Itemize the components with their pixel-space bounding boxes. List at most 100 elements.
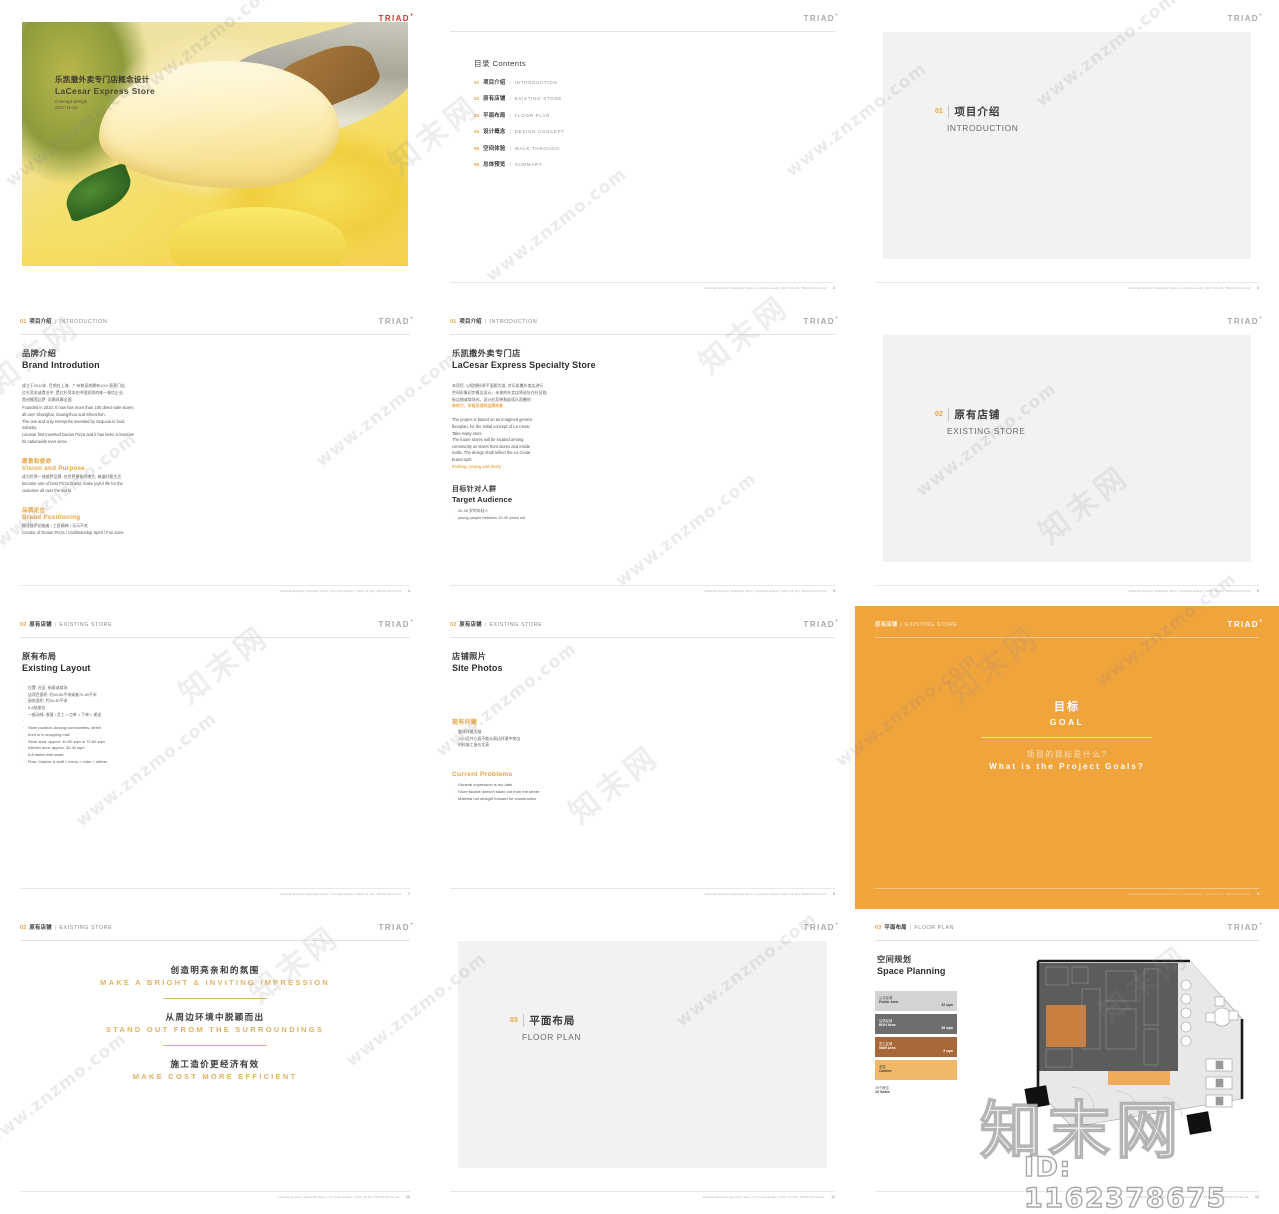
trademark-icon: ▼ [834,921,840,926]
statement-item: 创造明亮亲和的氛围 MAKE A BRIGHT & INVITING IMPRE… [0,964,430,987]
brand-body-en-line: industry. [22,425,38,431]
slide-goal: 原有店铺 | EXISTING STORE TRIAD ▼ 目标 GOAL 项目的… [855,606,1279,909]
toc-separator: | [509,112,511,119]
layout-list-cn: 位置: 社区, 街角或商场 店项目面积: 约40-50平米或者70-80平米 厨… [22,685,162,725]
trademark-icon: ▼ [1258,921,1264,926]
toc-item-summary[interactable]: 06 总体预览 | SUMMARY [474,160,565,168]
page-number: 11 [831,1195,835,1199]
list-item: 店项目面积: 约40-50平米或者70-80平米 [22,691,162,699]
express-body-en: The project is based on an imagined gene… [452,417,602,470]
header-separator: | [54,319,57,325]
list-item: 一般动线: 收银 / 员工 > 点单 > 下单 > 递送 [22,711,162,719]
positioning-body-cn: 榴莲披萨创造者 / 工匠精神 / 无乐不欢 [22,523,88,529]
header-number: 02 [450,622,457,628]
slide-statements: 02 原有店铺 | EXISTING STORE TRIAD ▼ 创造明亮亲和的氛… [0,909,430,1212]
divider-pipe [947,408,950,421]
brand-body-en-line: The one and only enterprise invested by … [22,418,125,424]
triad-logo: TRIAD ▼ [379,618,414,629]
brand-body-en-line: all over Shanghai, Guangzhou and Shenzhe… [22,412,106,418]
legend-value: 3 sqm [943,1049,953,1053]
vision-body-cn: 成为世界一流披萨品牌, 在世界更多的地方, 每道时客生活 [22,474,122,480]
slide-footer: LaCesar Express Specialty Store | Concep… [20,585,410,593]
divider-number: 01 [935,108,943,115]
toc-item-introduction[interactable]: 01 项目介绍 | INTRODUCTION [474,78,565,86]
header-separator: | [484,319,487,325]
divider-pipe [522,1014,525,1027]
trademark-icon: ▼ [834,618,840,623]
list-item: 5-8张座位 [22,705,162,712]
toc-number: 02 [474,96,480,102]
brand-body-cn-line: 首创榴莲比萨, 风靡风靡全国. [22,396,73,402]
express-body-en-line: The project is based on an imagined gene… [452,417,533,423]
page-number: 6 [1257,589,1259,593]
header-number: 01 [20,319,27,325]
divider-title-block: 01 项目介绍 INTRODUCTION [935,104,1018,133]
list-item: 材料施工造价太高 [452,742,602,749]
toc-label-cn: 空间体验 [483,145,506,152]
express-body-en-line: community as street front stores and ins… [452,443,531,449]
space-planning-drawing [1010,949,1260,1149]
page-number: 9 [1257,892,1259,896]
header-separator: | [54,925,57,931]
express-body-cn-line: 空间形象初步概念设计。未来的外卖店将选址在社区临 [452,389,547,395]
triad-logo-text: TRIAD [1227,14,1259,23]
slide-cover: TRIAD ▼ 乐凯撒外卖专门店概念设计 LaCesar Express Stor… [0,0,430,303]
toc-item-floor-plan[interactable]: 03 平面布局 | FLOOR PLAN [474,111,565,119]
problems-list-en: General impression is too dark Store fac… [452,782,602,803]
triad-logo: TRIAD ▼ [1227,12,1263,23]
list-item: General impression is too dark [452,782,602,789]
header-label-en: INTRODUCTION [59,319,108,325]
express-body-en-line: floorplan, for the initial concept of La… [452,423,530,429]
header-number: 02 [20,925,27,931]
triad-logo-text: TRIAD [803,14,835,23]
page-number: 3 [1257,286,1259,290]
toc-label-en: WALK THROUGH [514,145,560,151]
toc-label-cn: 总体预览 [483,161,506,168]
slide-site-photos: 02 原有店铺 | EXISTING STORE TRIAD ▼ 店铺照片 Sit… [430,606,855,909]
header-label-cn: 项目介绍 [459,319,482,325]
toc-label-cn: 原有店铺 [483,96,506,103]
triad-logo-text: TRIAD [803,923,835,932]
header-divider [875,637,1259,638]
problems-title-cn: 现有问题 [452,720,478,726]
divider-panel: 01 项目介绍 INTRODUCTION [883,32,1251,259]
list-item: Store facade doesn't stand out from the … [452,789,602,796]
trademark-icon: ▼ [1258,12,1264,17]
header-label-en: EXISTING STORE [489,622,543,628]
triad-logo-text: TRIAD [378,923,410,932]
layout-title-en: Existing Layout [22,663,91,673]
slide-space-planning: 03 平面布局 | FLOOR PLAN TRIAD ▼ 空间规划 Space P… [855,909,1279,1212]
header-separator: | [54,622,57,628]
slide-footer: LaCesar Express Specialty Store | Concep… [875,1191,1259,1199]
goal-divider [982,737,1152,739]
legend-label-en: BOH Area [879,1022,896,1027]
list-item: 20-30 岁的年轻人 [452,508,602,515]
target-title-en: Target Audience [452,495,513,505]
toc-number: 05 [474,145,480,151]
toc-separator: | [509,96,511,103]
header-label-en: EXISTING STORE [59,925,113,931]
toc-item-design-concept[interactable]: 04 设计概念 | DESIGN CONCEPT [474,127,565,135]
footer-text: LaCesar Express Specialty Store | Concep… [279,892,402,896]
divider-title-en: INTRODUCTION [947,123,1019,133]
brand-body-cn: 成立于2010年, 目前在上海、广州和深圳拥有100+直营门店. 红杉资本或食业… [22,383,204,403]
brand-body-en-line: Lacesar first invented Durian Pizza and … [22,431,134,437]
planning-title-en: Space Planning [877,966,946,976]
toc-number: 03 [474,112,480,118]
legend-row-boh-area: 后场区域 BOH Area 36 sqm [875,1014,957,1034]
positioning-body-en: Creator of Durian Pizza / Craftmanship S… [22,530,124,536]
list-item: Kitchen area: approx. 30-40 sqm [22,745,162,752]
list-item: Store area: approx. 40-50 sqm or 70-80 s… [22,738,162,746]
list-item: 5-8 tables with seats [22,752,162,759]
seats-en: 19 Seats [875,1090,890,1095]
express-title-cn: 乐凯撒外卖专门店 [452,349,521,358]
goal-title-cn: 目标 [1054,701,1080,713]
slide-divider-introduction: TRIAD ▼ 01 项目介绍 INTRODUCTION LaCesar Expr… [855,0,1279,303]
trademark-icon: ▼ [834,315,840,320]
toc-separator: | [509,161,511,168]
planning-title-cn: 空间规划 [877,955,912,964]
slide-footer: LaCesar Express Specialty Store | Concep… [875,282,1259,290]
toc-item-walk-through[interactable]: 05 空间体验 | WALK THROUGH [474,144,565,152]
toc-item-existing-store[interactable]: 02 原有店铺 | EXISTING STORE [474,94,565,102]
statement-cn: 从周边环境中脱颖而出 [165,1012,265,1022]
